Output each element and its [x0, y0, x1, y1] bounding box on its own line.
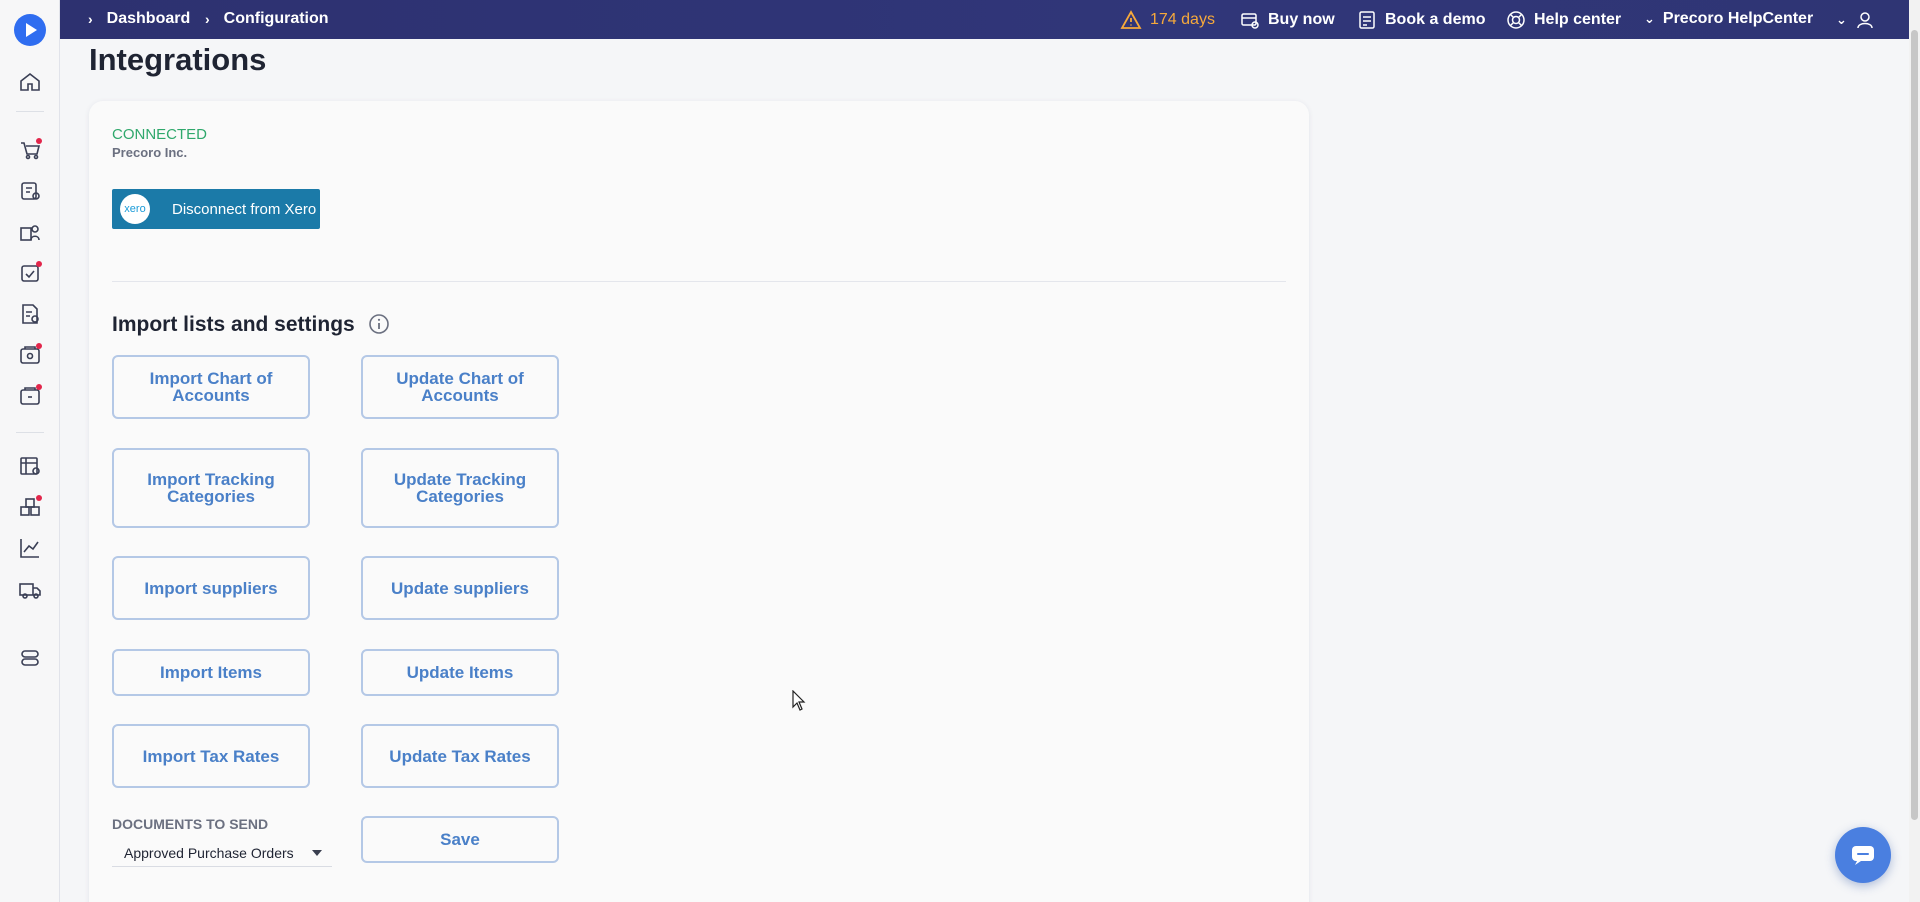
breadcrumb-label: Dashboard	[106, 10, 191, 27]
company-selector-label: Precoro HelpCenter	[1662, 10, 1814, 27]
connection-status: CONNECTED	[112, 126, 208, 143]
buy-now-button[interactable]: Buy now	[1240, 10, 1335, 30]
import-items-button[interactable]: Import Items	[112, 649, 310, 696]
suppliers-icon[interactable]	[18, 220, 42, 244]
update-suppliers-button[interactable]: Update suppliers	[361, 556, 559, 620]
chevron-right-icon: ›	[205, 11, 210, 27]
disconnect-xero-button[interactable]: xero Disconnect from Xero	[112, 189, 320, 229]
help-center-label: Help center	[1534, 11, 1622, 28]
update-chart-of-accounts-button[interactable]: Update Chart of Accounts	[361, 355, 559, 419]
book-demo-button[interactable]: Book a demo	[1357, 10, 1485, 30]
buy-now-label: Buy now	[1268, 11, 1335, 28]
import-chart-of-accounts-button[interactable]: Import Chart of Accounts	[112, 355, 310, 419]
info-icon[interactable]	[368, 313, 390, 335]
integration-card: CONNECTED Precoro Inc. xero Disconnect f…	[89, 101, 1309, 902]
documents-to-send-label: DOCUMENTS TO SEND	[112, 816, 269, 832]
caret-down-icon	[312, 850, 322, 856]
scrollbar-thumb[interactable]	[1911, 30, 1918, 820]
chevron-down-icon: ⌄	[1644, 11, 1655, 26]
mouse-cursor-icon	[792, 690, 806, 711]
cart-icon[interactable]	[18, 138, 42, 162]
import-tracking-categories-button[interactable]: Import Tracking Categories	[112, 448, 310, 528]
home-icon[interactable]	[18, 70, 42, 94]
book-demo-label: Book a demo	[1385, 11, 1486, 28]
xero-logo-icon: xero	[120, 194, 150, 224]
approval-icon[interactable]	[18, 261, 42, 285]
breadcrumb-item-dashboard[interactable]: › Dashboard	[88, 10, 190, 28]
trial-warning[interactable]: 174 days	[1120, 10, 1215, 30]
chevron-down-icon: ⌄	[1836, 12, 1847, 27]
import-suppliers-button[interactable]: Import suppliers	[112, 556, 310, 620]
page-scrollbar[interactable]	[1909, 0, 1920, 902]
page-title: Integrations	[89, 42, 267, 77]
notification-dot	[36, 343, 42, 349]
notification-dot	[36, 384, 42, 390]
settings-icon[interactable]	[18, 646, 42, 670]
app-logo-icon[interactable]	[14, 14, 46, 46]
import-section-title: Import lists and settings	[112, 313, 355, 336]
requisition-icon[interactable]	[18, 179, 42, 203]
receipt-icon[interactable]	[18, 343, 42, 367]
analytics-icon[interactable]	[18, 536, 42, 560]
chevron-right-icon: ›	[88, 11, 93, 27]
section-divider	[112, 281, 1286, 282]
chat-support-button[interactable]	[1835, 827, 1891, 883]
sidebar-divider	[16, 432, 44, 433]
update-tracking-categories-button[interactable]: Update Tracking Categories	[361, 448, 559, 528]
save-button[interactable]: Save	[361, 816, 559, 863]
help-center-button[interactable]: Help center	[1506, 10, 1621, 30]
update-tax-rates-button[interactable]: Update Tax Rates	[361, 724, 559, 788]
inventory-icon[interactable]	[18, 495, 42, 519]
calendar-icon	[1359, 11, 1375, 29]
breadcrumb-item-configuration[interactable]: › Configuration	[205, 10, 329, 28]
user-icon	[1857, 12, 1873, 29]
chat-icon	[1852, 846, 1874, 865]
breadcrumb-label: Configuration	[223, 10, 329, 27]
import-tax-rates-button[interactable]: Import Tax Rates	[112, 724, 310, 788]
documents-to-send-select[interactable]: Approved Purchase Orders	[112, 839, 332, 867]
invoice-icon[interactable]	[18, 302, 42, 326]
buy-icon	[1241, 13, 1259, 29]
budget-icon[interactable]	[18, 454, 42, 478]
warning-icon	[1120, 10, 1142, 29]
notification-dot	[36, 138, 42, 144]
sidebar-divider	[16, 111, 44, 112]
connected-company: Precoro Inc.	[112, 145, 188, 160]
top-bar: › Dashboard › Configuration 174 days Buy…	[60, 0, 1920, 39]
disconnect-label: Disconnect from Xero	[172, 200, 317, 218]
trial-days: 174 days	[1150, 11, 1215, 28]
update-items-button[interactable]: Update Items	[361, 649, 559, 696]
notification-dot	[36, 261, 42, 267]
user-menu[interactable]: ⌄	[1836, 10, 1875, 30]
documents-selected-value: Approved Purchase Orders	[124, 844, 294, 861]
notification-dot	[36, 495, 42, 501]
payment-icon[interactable]	[18, 384, 42, 408]
help-icon	[1507, 11, 1525, 29]
company-selector[interactable]: ⌄ Precoro HelpCenter	[1644, 10, 1813, 28]
sidebar	[0, 0, 60, 902]
delivery-icon[interactable]	[18, 578, 42, 602]
